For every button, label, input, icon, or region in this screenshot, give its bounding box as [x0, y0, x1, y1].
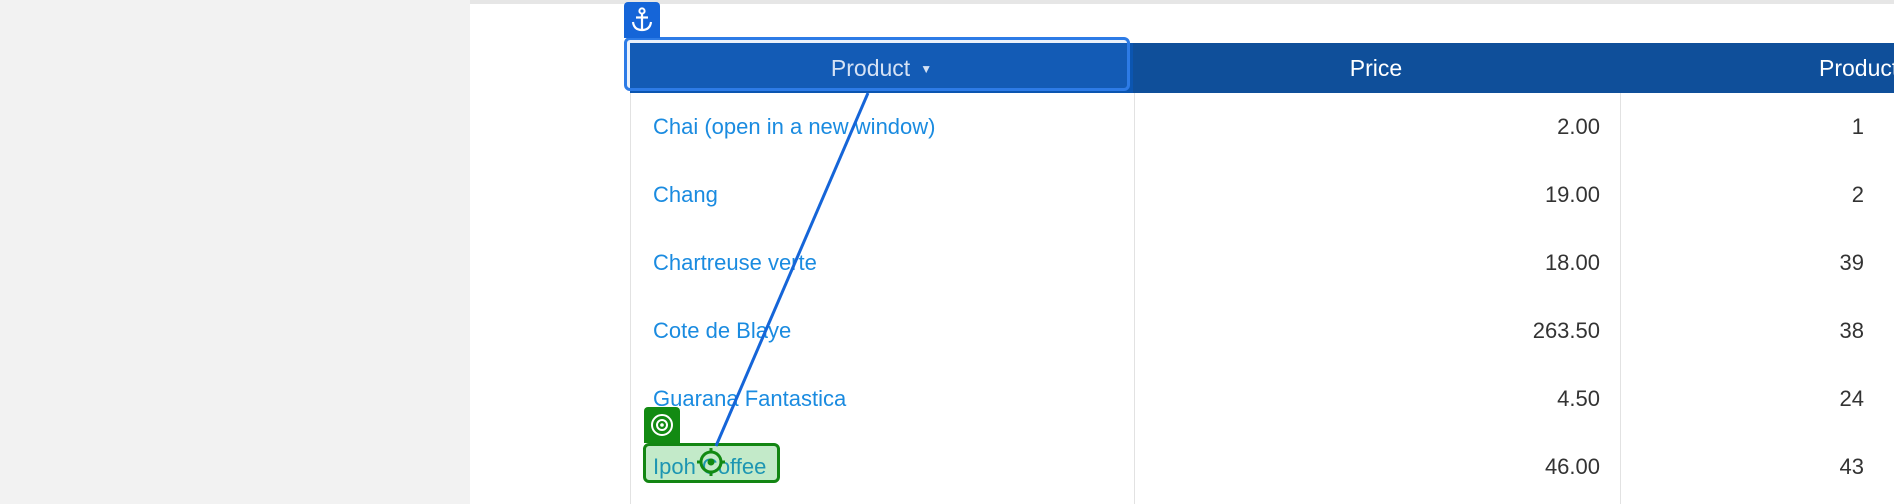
drag-source-highlight	[624, 37, 1130, 91]
price-cell: 18.00	[1544, 250, 1600, 275]
column-header-product-id[interactable]: Product	[1619, 43, 1894, 93]
product-id-cell: 38	[1839, 318, 1864, 343]
table-row: Ipoh Coffee 46.00 43	[631, 433, 1894, 501]
left-panel	[0, 0, 470, 504]
product-id-cell: 2	[1851, 182, 1864, 207]
product-link[interactable]: Guarana Fantastica	[653, 365, 1123, 433]
table-row: Guarana Fantastica 4.50 24	[631, 365, 1894, 433]
product-id-cell: 39	[1839, 250, 1864, 275]
table-row: Chartreuse verte 18.00 39	[631, 229, 1894, 297]
column-header-price-label: Price	[1349, 55, 1403, 81]
column-header-product-id-label: Product	[1819, 55, 1894, 81]
price-cell: 19.00	[1544, 182, 1600, 207]
column-header-price[interactable]: Price	[1133, 43, 1619, 93]
product-id-cell: 1	[1851, 114, 1864, 139]
price-cell: 263.50	[1532, 318, 1600, 343]
table-row: Chang 19.00 2	[631, 161, 1894, 229]
target-icon	[644, 407, 680, 443]
product-link[interactable]: Chai (open in a new window)	[653, 93, 1123, 161]
page: Product ▼ Price Product Chai (open in a n…	[0, 0, 1894, 504]
price-cell: 4.50	[1557, 386, 1600, 411]
anchor-icon	[624, 2, 660, 38]
price-cell: 46.00	[1544, 454, 1600, 479]
product-id-cell: 43	[1839, 454, 1864, 479]
grid-body: Chai (open in a new window) 2.00 1 Chang…	[630, 93, 1894, 504]
product-link[interactable]: Chang	[653, 161, 1123, 229]
product-link[interactable]: Chartreuse verte	[653, 229, 1123, 297]
product-link[interactable]: Cote de Blaye	[653, 297, 1123, 365]
table-row: Cote de Blaye 263.50 38	[631, 297, 1894, 365]
drop-target-highlight	[643, 443, 780, 483]
top-border	[470, 0, 1894, 4]
price-cell: 2.00	[1557, 114, 1600, 139]
product-id-cell: 24	[1839, 386, 1864, 411]
products-grid: Product ▼ Price Product Chai (open in a n…	[630, 43, 1894, 504]
table-row: Chai (open in a new window) 2.00 1	[631, 93, 1894, 161]
